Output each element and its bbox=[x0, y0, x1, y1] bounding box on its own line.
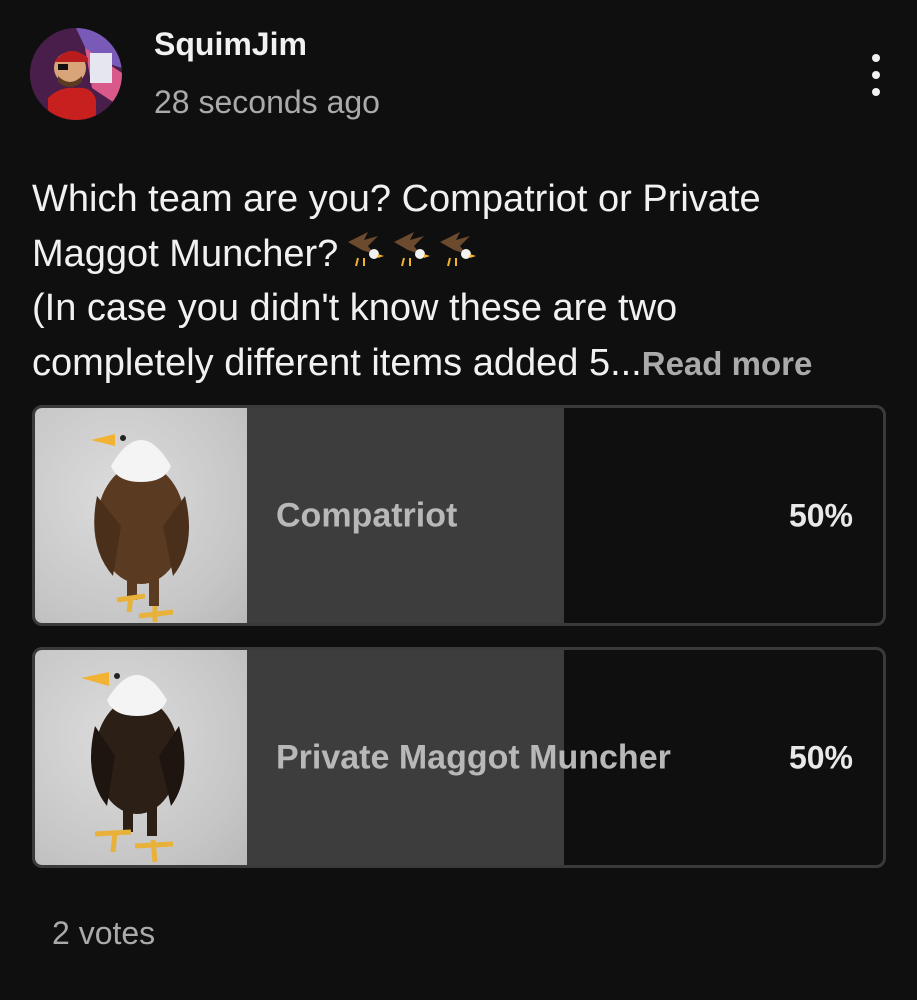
author-avatar[interactable] bbox=[30, 28, 122, 120]
poll-option-label: Private Maggot Muncher bbox=[276, 738, 671, 776]
more-options-icon[interactable] bbox=[858, 50, 894, 100]
post-text-line: completely different items added 5... bbox=[32, 341, 642, 384]
author-name[interactable]: SquimJim bbox=[154, 26, 307, 63]
eagle-emoji-icon bbox=[440, 231, 477, 266]
read-more-link[interactable]: Read more bbox=[642, 345, 813, 382]
poll-option-compatriot[interactable]: Compatriot 50% bbox=[32, 405, 886, 626]
poll-option-percent: 50% bbox=[788, 739, 853, 775]
eagle-emoji-icon bbox=[348, 231, 385, 266]
eagle-image bbox=[35, 408, 247, 623]
community-post: SquimJim 28 seconds ago Which team are y… bbox=[0, 0, 917, 1000]
eagle-image bbox=[35, 650, 247, 865]
post-text-line: (In case you didn't know these are two bbox=[32, 287, 678, 329]
poll-option-private-maggot-muncher[interactable]: Private Maggot Muncher 50% bbox=[32, 647, 886, 868]
post-text-line: Which team are you? Compatriot or Privat… bbox=[32, 178, 761, 220]
poll-option-label: Compatriot bbox=[276, 496, 458, 534]
post-timestamp: 28 seconds ago bbox=[154, 84, 380, 120]
post-text: Which team are you? Compatriot or Privat… bbox=[32, 172, 892, 391]
eagle-emojis bbox=[344, 228, 480, 272]
post-text-line: Maggot Muncher? bbox=[32, 232, 339, 275]
vote-count: 2 votes bbox=[52, 915, 156, 951]
poll-option-percent: 50% bbox=[788, 497, 853, 533]
eagle-emoji-icon bbox=[394, 231, 431, 266]
